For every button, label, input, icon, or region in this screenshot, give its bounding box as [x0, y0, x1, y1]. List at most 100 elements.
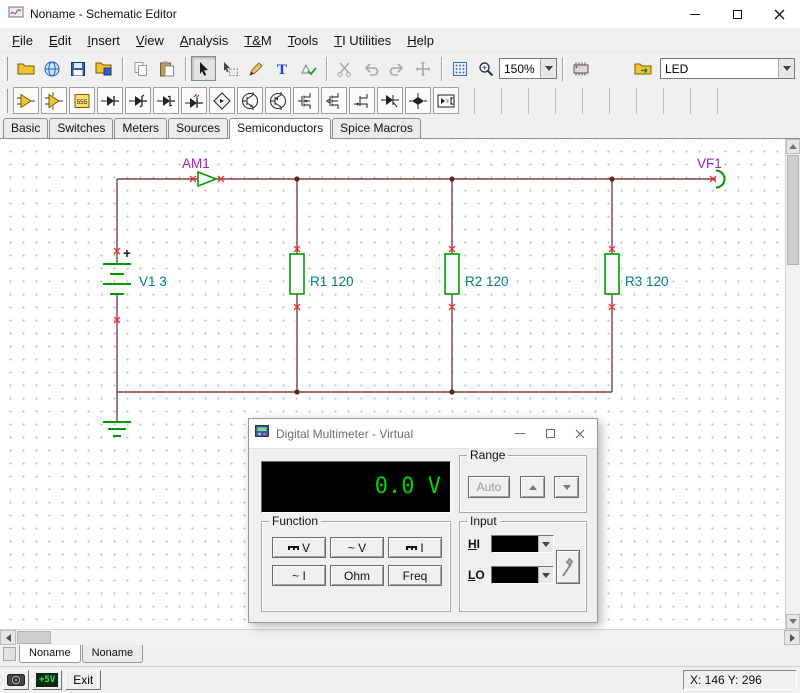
undo-button[interactable]	[358, 56, 383, 81]
range-up-button[interactable]	[520, 476, 545, 498]
tab-spice-macros[interactable]: Spice Macros	[332, 118, 421, 138]
tab-basic[interactable]: Basic	[3, 118, 48, 138]
tab-semiconductors[interactable]: Semiconductors	[229, 118, 331, 139]
voltage-pin-vf1[interactable]	[716, 171, 725, 188]
zoom-button[interactable]	[473, 56, 498, 81]
probe-button[interactable]	[556, 550, 580, 584]
tab-switches[interactable]: Switches	[49, 118, 113, 138]
vertical-scroll-thumb[interactable]	[787, 155, 799, 265]
close-button[interactable]	[758, 0, 800, 28]
save-button[interactable]	[65, 56, 90, 81]
horizontal-scroll-thumb[interactable]	[17, 631, 51, 644]
range-down-button[interactable]	[554, 476, 579, 498]
led-button[interactable]	[181, 87, 207, 114]
horizontal-scrollbar[interactable]	[0, 629, 800, 645]
zoom-combobox[interactable]	[499, 58, 557, 79]
diode-button[interactable]	[97, 87, 123, 114]
menu-analysis[interactable]: Analysis	[172, 30, 236, 51]
ohm-button[interactable]: Ohm	[330, 565, 384, 586]
menu-tools[interactable]: Tools	[280, 30, 326, 51]
timer555-button[interactable]: 555	[69, 87, 95, 114]
cut-button[interactable]	[332, 56, 357, 81]
move-button[interactable]	[410, 56, 435, 81]
label-r2[interactable]: R2 120	[465, 274, 509, 289]
last-component-button[interactable]	[217, 56, 242, 81]
lo-input-combo[interactable]	[491, 566, 554, 584]
menu-file[interactable]: File	[4, 30, 41, 51]
paste-button[interactable]	[154, 56, 179, 81]
resistor-r1[interactable]	[290, 254, 304, 294]
open-web-button[interactable]	[39, 56, 64, 81]
ammeter-am1[interactable]	[198, 172, 216, 186]
npn-transistor-button[interactable]	[237, 87, 263, 114]
component-search-combobox[interactable]	[660, 58, 795, 79]
circuit-wires[interactable]	[117, 179, 716, 422]
label-r3[interactable]: R3 120	[625, 274, 669, 289]
comparator-button[interactable]	[41, 87, 67, 114]
battery-v1[interactable]	[103, 264, 131, 294]
multimeter-titlebar[interactable]: Digital Multimeter - Virtual	[249, 419, 597, 449]
ac-voltage-button[interactable]: ~ V	[330, 537, 384, 558]
open-file-button[interactable]	[13, 56, 38, 81]
redo-button[interactable]	[384, 56, 409, 81]
multimeter-maximize-button[interactable]	[535, 419, 565, 448]
tab-meters[interactable]: Meters	[114, 118, 167, 138]
toolbar-grip[interactable]	[4, 89, 8, 113]
vertical-scroll-track[interactable]	[786, 266, 800, 614]
multimeter-close-button[interactable]	[565, 419, 595, 448]
menu-help[interactable]: Help	[399, 30, 442, 51]
freq-button[interactable]: Freq	[388, 565, 442, 586]
bridge-rectifier-button[interactable]	[209, 87, 235, 114]
minimize-button[interactable]	[674, 0, 716, 28]
jfet-button[interactable]	[349, 87, 375, 114]
sheet-tab-noname-1[interactable]: Noname	[19, 645, 81, 663]
resistor-r3[interactable]	[605, 254, 619, 294]
nmos-button[interactable]	[293, 87, 319, 114]
dc-voltage-button[interactable]: V	[272, 537, 326, 558]
zoom-dropdown-button[interactable]	[540, 59, 556, 78]
menu-insert[interactable]: Insert	[79, 30, 128, 51]
macro-button[interactable]	[630, 56, 655, 81]
triac-button[interactable]	[405, 87, 431, 114]
wire-tool-button[interactable]	[243, 56, 268, 81]
horizontal-scroll-track[interactable]	[52, 630, 784, 645]
grid-toggle-button[interactable]	[447, 56, 472, 81]
zener-diode-button[interactable]	[125, 87, 151, 114]
thyristor-button[interactable]	[377, 87, 403, 114]
sheet-tab-noname-2[interactable]: Noname	[82, 645, 144, 663]
pnp-transistor-button[interactable]	[265, 87, 291, 114]
copy-button[interactable]	[128, 56, 153, 81]
scroll-left-button[interactable]	[0, 630, 16, 645]
scroll-down-button[interactable]	[786, 614, 800, 629]
tab-sources[interactable]: Sources	[168, 118, 228, 138]
resistor-r2[interactable]	[445, 254, 459, 294]
menu-tm[interactable]: T&M	[236, 30, 279, 51]
multimeter-window[interactable]: Digital Multimeter - Virtual 0.0 V Range…	[248, 418, 598, 623]
shapes-tool-button[interactable]	[295, 56, 320, 81]
lo-dropdown-button[interactable]	[538, 567, 553, 583]
toolbar-grip[interactable]	[4, 57, 8, 81]
ac-current-button[interactable]: ~ I	[272, 565, 326, 586]
label-r1[interactable]: R1 120	[310, 274, 354, 289]
opamp-button[interactable]	[13, 87, 39, 114]
menu-view[interactable]: View	[128, 30, 172, 51]
label-am1[interactable]: AM1	[182, 156, 210, 171]
power-supply-button[interactable]: +5V	[32, 670, 62, 690]
zoom-value-field[interactable]	[500, 59, 540, 78]
vertical-scrollbar[interactable]	[785, 139, 800, 629]
multimeter-minimize-button[interactable]	[505, 419, 535, 448]
interactive-mode-button[interactable]	[568, 56, 593, 81]
exit-button[interactable]: Exit	[65, 670, 101, 690]
scroll-up-button[interactable]	[786, 139, 800, 154]
pmos-button[interactable]	[321, 87, 347, 114]
dc-current-button[interactable]: I	[388, 537, 442, 558]
optocoupler-button[interactable]	[433, 87, 459, 114]
component-search-dropdown-button[interactable]	[778, 59, 794, 78]
schottky-diode-button[interactable]	[153, 87, 179, 114]
menu-edit[interactable]: Edit	[41, 30, 79, 51]
auto-range-button[interactable]: Auto	[468, 476, 510, 498]
sheet-tab-spacer[interactable]	[3, 647, 16, 661]
label-v1[interactable]: V1 3	[139, 274, 167, 289]
camera-button[interactable]	[3, 670, 29, 690]
menu-ti-utilities[interactable]: TI Utilities	[326, 30, 399, 51]
